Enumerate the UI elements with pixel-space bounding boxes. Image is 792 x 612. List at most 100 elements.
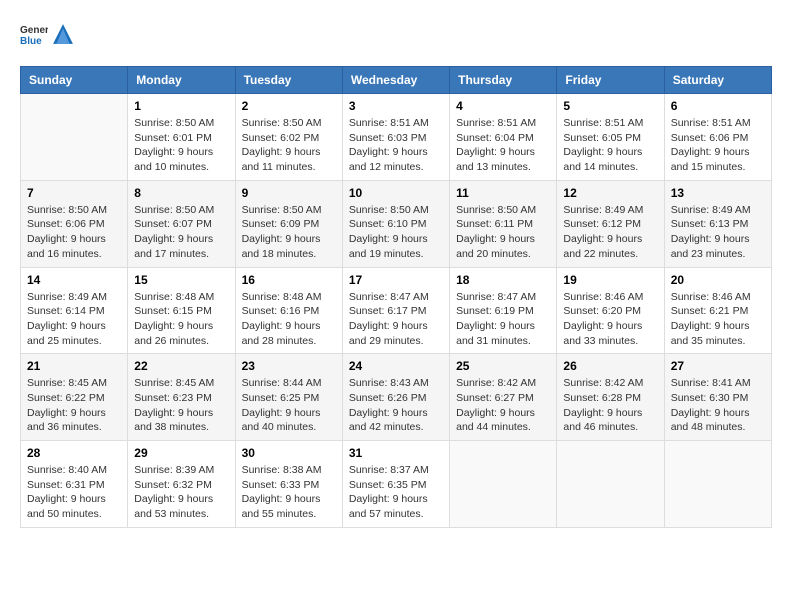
day-info: Sunrise: 8:51 AMSunset: 6:05 PMDaylight:… (563, 116, 657, 175)
weekday-header-thursday: Thursday (450, 67, 557, 94)
day-number: 12 (563, 186, 657, 200)
day-info: Sunrise: 8:49 AMSunset: 6:12 PMDaylight:… (563, 203, 657, 262)
day-info: Sunrise: 8:50 AMSunset: 6:07 PMDaylight:… (134, 203, 228, 262)
day-info: Sunrise: 8:43 AMSunset: 6:26 PMDaylight:… (349, 376, 443, 435)
calendar-cell (450, 441, 557, 528)
calendar-cell: 20 Sunrise: 8:46 AMSunset: 6:21 PMDaylig… (664, 267, 771, 354)
calendar-cell: 27 Sunrise: 8:41 AMSunset: 6:30 PMDaylig… (664, 354, 771, 441)
day-number: 28 (27, 446, 121, 460)
calendar-cell: 1 Sunrise: 8:50 AMSunset: 6:01 PMDayligh… (128, 94, 235, 181)
day-number: 17 (349, 273, 443, 287)
calendar-cell: 15 Sunrise: 8:48 AMSunset: 6:15 PMDaylig… (128, 267, 235, 354)
day-info: Sunrise: 8:46 AMSunset: 6:21 PMDaylight:… (671, 290, 765, 349)
day-number: 21 (27, 359, 121, 373)
svg-text:Blue: Blue (20, 36, 42, 47)
day-info: Sunrise: 8:50 AMSunset: 6:11 PMDaylight:… (456, 203, 550, 262)
day-number: 18 (456, 273, 550, 287)
calendar-week-5: 28 Sunrise: 8:40 AMSunset: 6:31 PMDaylig… (21, 441, 772, 528)
calendar-cell: 17 Sunrise: 8:47 AMSunset: 6:17 PMDaylig… (342, 267, 449, 354)
calendar-cell: 23 Sunrise: 8:44 AMSunset: 6:25 PMDaylig… (235, 354, 342, 441)
calendar-cell: 13 Sunrise: 8:49 AMSunset: 6:13 PMDaylig… (664, 180, 771, 267)
day-info: Sunrise: 8:42 AMSunset: 6:27 PMDaylight:… (456, 376, 550, 435)
day-info: Sunrise: 8:48 AMSunset: 6:15 PMDaylight:… (134, 290, 228, 349)
calendar-cell: 22 Sunrise: 8:45 AMSunset: 6:23 PMDaylig… (128, 354, 235, 441)
day-number: 15 (134, 273, 228, 287)
day-info: Sunrise: 8:50 AMSunset: 6:01 PMDaylight:… (134, 116, 228, 175)
calendar-cell: 19 Sunrise: 8:46 AMSunset: 6:20 PMDaylig… (557, 267, 664, 354)
calendar-cell: 5 Sunrise: 8:51 AMSunset: 6:05 PMDayligh… (557, 94, 664, 181)
calendar-cell: 11 Sunrise: 8:50 AMSunset: 6:11 PMDaylig… (450, 180, 557, 267)
calendar-cell: 10 Sunrise: 8:50 AMSunset: 6:10 PMDaylig… (342, 180, 449, 267)
calendar-cell: 14 Sunrise: 8:49 AMSunset: 6:14 PMDaylig… (21, 267, 128, 354)
day-number: 1 (134, 99, 228, 113)
calendar-cell: 25 Sunrise: 8:42 AMSunset: 6:27 PMDaylig… (450, 354, 557, 441)
weekday-header-monday: Monday (128, 67, 235, 94)
calendar-cell: 29 Sunrise: 8:39 AMSunset: 6:32 PMDaylig… (128, 441, 235, 528)
weekday-header-tuesday: Tuesday (235, 67, 342, 94)
day-info: Sunrise: 8:37 AMSunset: 6:35 PMDaylight:… (349, 463, 443, 522)
day-info: Sunrise: 8:49 AMSunset: 6:14 PMDaylight:… (27, 290, 121, 349)
day-info: Sunrise: 8:38 AMSunset: 6:33 PMDaylight:… (242, 463, 336, 522)
calendar-cell: 7 Sunrise: 8:50 AMSunset: 6:06 PMDayligh… (21, 180, 128, 267)
calendar-cell (557, 441, 664, 528)
day-info: Sunrise: 8:51 AMSunset: 6:06 PMDaylight:… (671, 116, 765, 175)
day-info: Sunrise: 8:42 AMSunset: 6:28 PMDaylight:… (563, 376, 657, 435)
calendar-week-1: 1 Sunrise: 8:50 AMSunset: 6:01 PMDayligh… (21, 94, 772, 181)
calendar-cell: 18 Sunrise: 8:47 AMSunset: 6:19 PMDaylig… (450, 267, 557, 354)
day-number: 10 (349, 186, 443, 200)
calendar-table: SundayMondayTuesdayWednesdayThursdayFrid… (20, 66, 772, 528)
calendar-cell: 24 Sunrise: 8:43 AMSunset: 6:26 PMDaylig… (342, 354, 449, 441)
calendar-cell: 26 Sunrise: 8:42 AMSunset: 6:28 PMDaylig… (557, 354, 664, 441)
day-number: 23 (242, 359, 336, 373)
day-info: Sunrise: 8:50 AMSunset: 6:06 PMDaylight:… (27, 203, 121, 262)
calendar-cell (664, 441, 771, 528)
day-info: Sunrise: 8:50 AMSunset: 6:10 PMDaylight:… (349, 203, 443, 262)
day-number: 11 (456, 186, 550, 200)
calendar-cell: 12 Sunrise: 8:49 AMSunset: 6:12 PMDaylig… (557, 180, 664, 267)
day-number: 22 (134, 359, 228, 373)
day-number: 8 (134, 186, 228, 200)
day-info: Sunrise: 8:44 AMSunset: 6:25 PMDaylight:… (242, 376, 336, 435)
day-number: 14 (27, 273, 121, 287)
day-number: 25 (456, 359, 550, 373)
day-number: 19 (563, 273, 657, 287)
day-info: Sunrise: 8:39 AMSunset: 6:32 PMDaylight:… (134, 463, 228, 522)
calendar-cell: 30 Sunrise: 8:38 AMSunset: 6:33 PMDaylig… (235, 441, 342, 528)
day-number: 9 (242, 186, 336, 200)
day-number: 2 (242, 99, 336, 113)
day-info: Sunrise: 8:49 AMSunset: 6:13 PMDaylight:… (671, 203, 765, 262)
logo: General Blue (20, 20, 76, 48)
day-number: 20 (671, 273, 765, 287)
day-number: 31 (349, 446, 443, 460)
day-info: Sunrise: 8:50 AMSunset: 6:02 PMDaylight:… (242, 116, 336, 175)
day-info: Sunrise: 8:50 AMSunset: 6:09 PMDaylight:… (242, 203, 336, 262)
calendar-cell: 2 Sunrise: 8:50 AMSunset: 6:02 PMDayligh… (235, 94, 342, 181)
day-info: Sunrise: 8:51 AMSunset: 6:03 PMDaylight:… (349, 116, 443, 175)
day-info: Sunrise: 8:45 AMSunset: 6:22 PMDaylight:… (27, 376, 121, 435)
day-info: Sunrise: 8:47 AMSunset: 6:19 PMDaylight:… (456, 290, 550, 349)
calendar-week-3: 14 Sunrise: 8:49 AMSunset: 6:14 PMDaylig… (21, 267, 772, 354)
day-info: Sunrise: 8:46 AMSunset: 6:20 PMDaylight:… (563, 290, 657, 349)
day-number: 7 (27, 186, 121, 200)
calendar-cell: 6 Sunrise: 8:51 AMSunset: 6:06 PMDayligh… (664, 94, 771, 181)
calendar-cell: 4 Sunrise: 8:51 AMSunset: 6:04 PMDayligh… (450, 94, 557, 181)
day-info: Sunrise: 8:45 AMSunset: 6:23 PMDaylight:… (134, 376, 228, 435)
day-info: Sunrise: 8:51 AMSunset: 6:04 PMDaylight:… (456, 116, 550, 175)
day-number: 26 (563, 359, 657, 373)
day-info: Sunrise: 8:40 AMSunset: 6:31 PMDaylight:… (27, 463, 121, 522)
weekday-header-wednesday: Wednesday (342, 67, 449, 94)
day-info: Sunrise: 8:48 AMSunset: 6:16 PMDaylight:… (242, 290, 336, 349)
calendar-cell: 21 Sunrise: 8:45 AMSunset: 6:22 PMDaylig… (21, 354, 128, 441)
calendar-week-2: 7 Sunrise: 8:50 AMSunset: 6:06 PMDayligh… (21, 180, 772, 267)
day-number: 13 (671, 186, 765, 200)
day-number: 3 (349, 99, 443, 113)
calendar-cell (21, 94, 128, 181)
weekday-header-friday: Friday (557, 67, 664, 94)
day-number: 4 (456, 99, 550, 113)
calendar-cell: 8 Sunrise: 8:50 AMSunset: 6:07 PMDayligh… (128, 180, 235, 267)
day-number: 29 (134, 446, 228, 460)
weekday-header-sunday: Sunday (21, 67, 128, 94)
day-info: Sunrise: 8:47 AMSunset: 6:17 PMDaylight:… (349, 290, 443, 349)
calendar-cell: 31 Sunrise: 8:37 AMSunset: 6:35 PMDaylig… (342, 441, 449, 528)
weekday-header-saturday: Saturday (664, 67, 771, 94)
